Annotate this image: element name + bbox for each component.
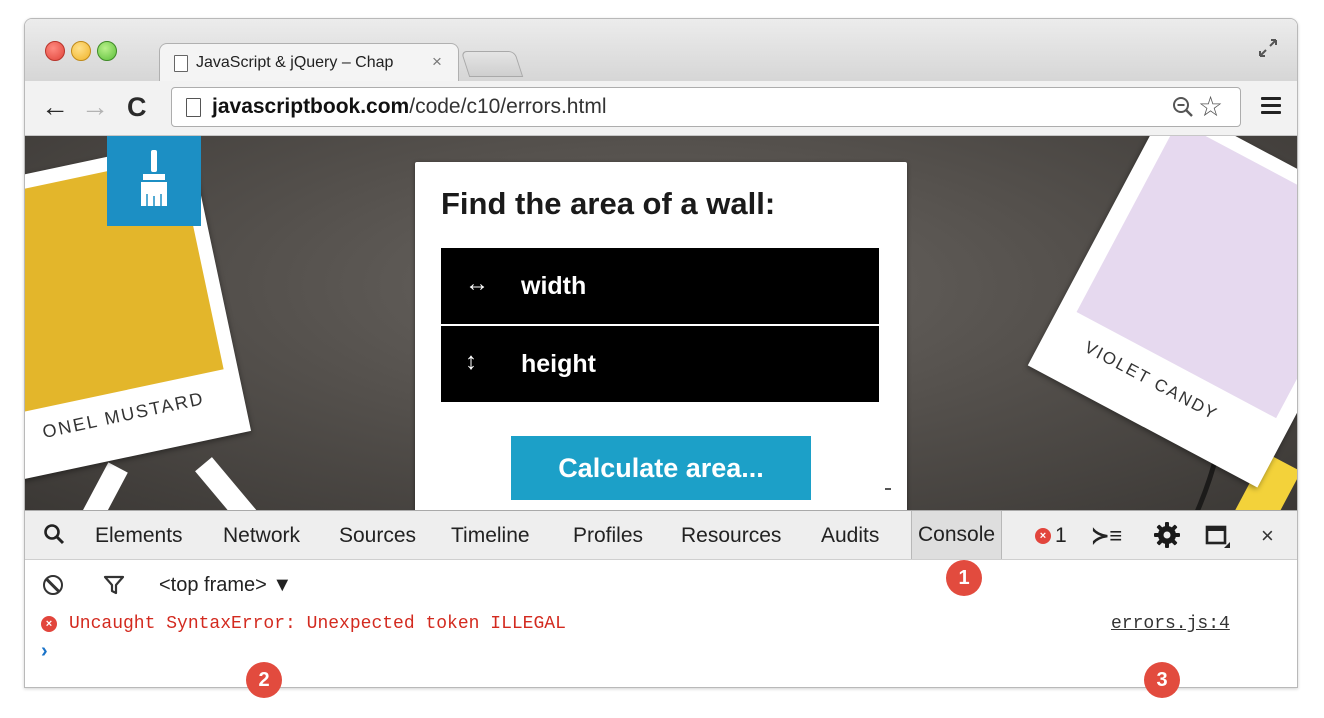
gear-icon[interactable] xyxy=(1153,521,1181,549)
filter-icon[interactable] xyxy=(103,574,125,596)
zoom-icon[interactable] xyxy=(1172,96,1194,118)
devtools-tab-bar: Elements Network Sources Timeline Profil… xyxy=(25,510,1297,560)
browser-tab[interactable]: JavaScript & jQuery – Chap × xyxy=(159,43,459,81)
tab-resources[interactable]: Resources xyxy=(681,524,781,548)
paintbrush-icon xyxy=(141,150,167,206)
tab-sources[interactable]: Sources xyxy=(339,524,416,548)
annotation-badge-1: 1 xyxy=(946,560,982,596)
close-window-button[interactable] xyxy=(45,41,65,61)
browser-window: JavaScript & jQuery – Chap × ← → C javas… xyxy=(24,18,1298,688)
page-icon xyxy=(186,98,201,117)
height-label: height xyxy=(521,350,596,378)
page-viewport: ONEL MUSTARD VIOLET CANDY Find the area … xyxy=(25,136,1297,510)
tab-console[interactable]: Console xyxy=(911,511,1003,559)
tab-timeline[interactable]: Timeline xyxy=(451,524,530,548)
error-source-link[interactable]: errors.js:4 xyxy=(1111,614,1230,634)
error-icon[interactable]: × xyxy=(1035,528,1051,544)
area-calculator-panel: Find the area of a wall: ↔ width ↕ heigh… xyxy=(415,162,907,510)
tab-audits[interactable]: Audits xyxy=(821,524,879,548)
width-label: width xyxy=(521,272,587,300)
card-stand xyxy=(195,457,257,510)
tab-close-icon[interactable]: × xyxy=(432,52,442,72)
zoom-window-button[interactable] xyxy=(97,41,117,61)
frame-selector[interactable]: <top frame> ▼ xyxy=(159,574,292,597)
new-tab-button[interactable] xyxy=(460,51,524,77)
paintbrush-logo xyxy=(107,136,201,226)
calculate-area-button[interactable]: Calculate area... xyxy=(511,436,811,500)
page-icon xyxy=(174,55,188,72)
browser-toolbar: ← → C javascriptbook.com/code/c10/errors… xyxy=(25,81,1297,136)
address-bar[interactable]: javascriptbook.com/code/c10/errors.html … xyxy=(171,87,1241,127)
height-field[interactable]: ↕ height xyxy=(441,326,879,402)
console-drawer-icon[interactable]: ≻≡ xyxy=(1091,523,1122,549)
search-icon[interactable] xyxy=(43,523,65,545)
tab-elements[interactable]: Elements xyxy=(95,524,183,548)
fullscreen-icon[interactable] xyxy=(1257,37,1279,59)
forward-button[interactable]: → xyxy=(81,93,109,121)
bookmark-star-icon[interactable]: ☆ xyxy=(1198,92,1223,122)
page-title: Find the area of a wall: xyxy=(441,186,776,221)
devtools-panel: Elements Network Sources Timeline Profil… xyxy=(25,510,1297,687)
menu-icon[interactable] xyxy=(1261,97,1281,118)
card-stand xyxy=(80,462,128,510)
tab-network[interactable]: Network xyxy=(223,524,300,548)
tab-strip: JavaScript & jQuery – Chap × xyxy=(25,19,1297,82)
console-error-message: Uncaught SyntaxError: Unexpected token I… xyxy=(69,614,566,634)
divider xyxy=(885,488,891,490)
close-devtools-icon[interactable]: × xyxy=(1261,523,1274,549)
tab-profiles[interactable]: Profiles xyxy=(573,524,643,548)
console-prompt[interactable]: › xyxy=(41,640,48,663)
horizontal-arrows-icon: ↔ xyxy=(465,270,489,297)
reload-button[interactable]: C xyxy=(127,93,147,121)
back-button[interactable]: ← xyxy=(41,93,69,121)
minimize-window-button[interactable] xyxy=(71,41,91,61)
tab-title: JavaScript & jQuery – Chap xyxy=(196,54,394,71)
vertical-arrows-icon: ↕ xyxy=(465,348,477,375)
width-field[interactable]: ↔ width xyxy=(441,248,879,324)
console-message-row: × Uncaught SyntaxError: Unexpected token… xyxy=(25,606,1297,640)
annotation-badge-2: 2 xyxy=(246,662,282,698)
console-toolbar: <top frame> ▼ xyxy=(25,560,1297,606)
dock-side-icon[interactable] xyxy=(1205,523,1231,549)
url-text[interactable]: javascriptbook.com/code/c10/errors.html xyxy=(212,95,606,119)
error-count[interactable]: 1 xyxy=(1055,524,1067,548)
clear-console-icon[interactable] xyxy=(43,575,63,595)
error-icon: × xyxy=(41,616,57,632)
annotation-badge-3: 3 xyxy=(1144,662,1180,698)
